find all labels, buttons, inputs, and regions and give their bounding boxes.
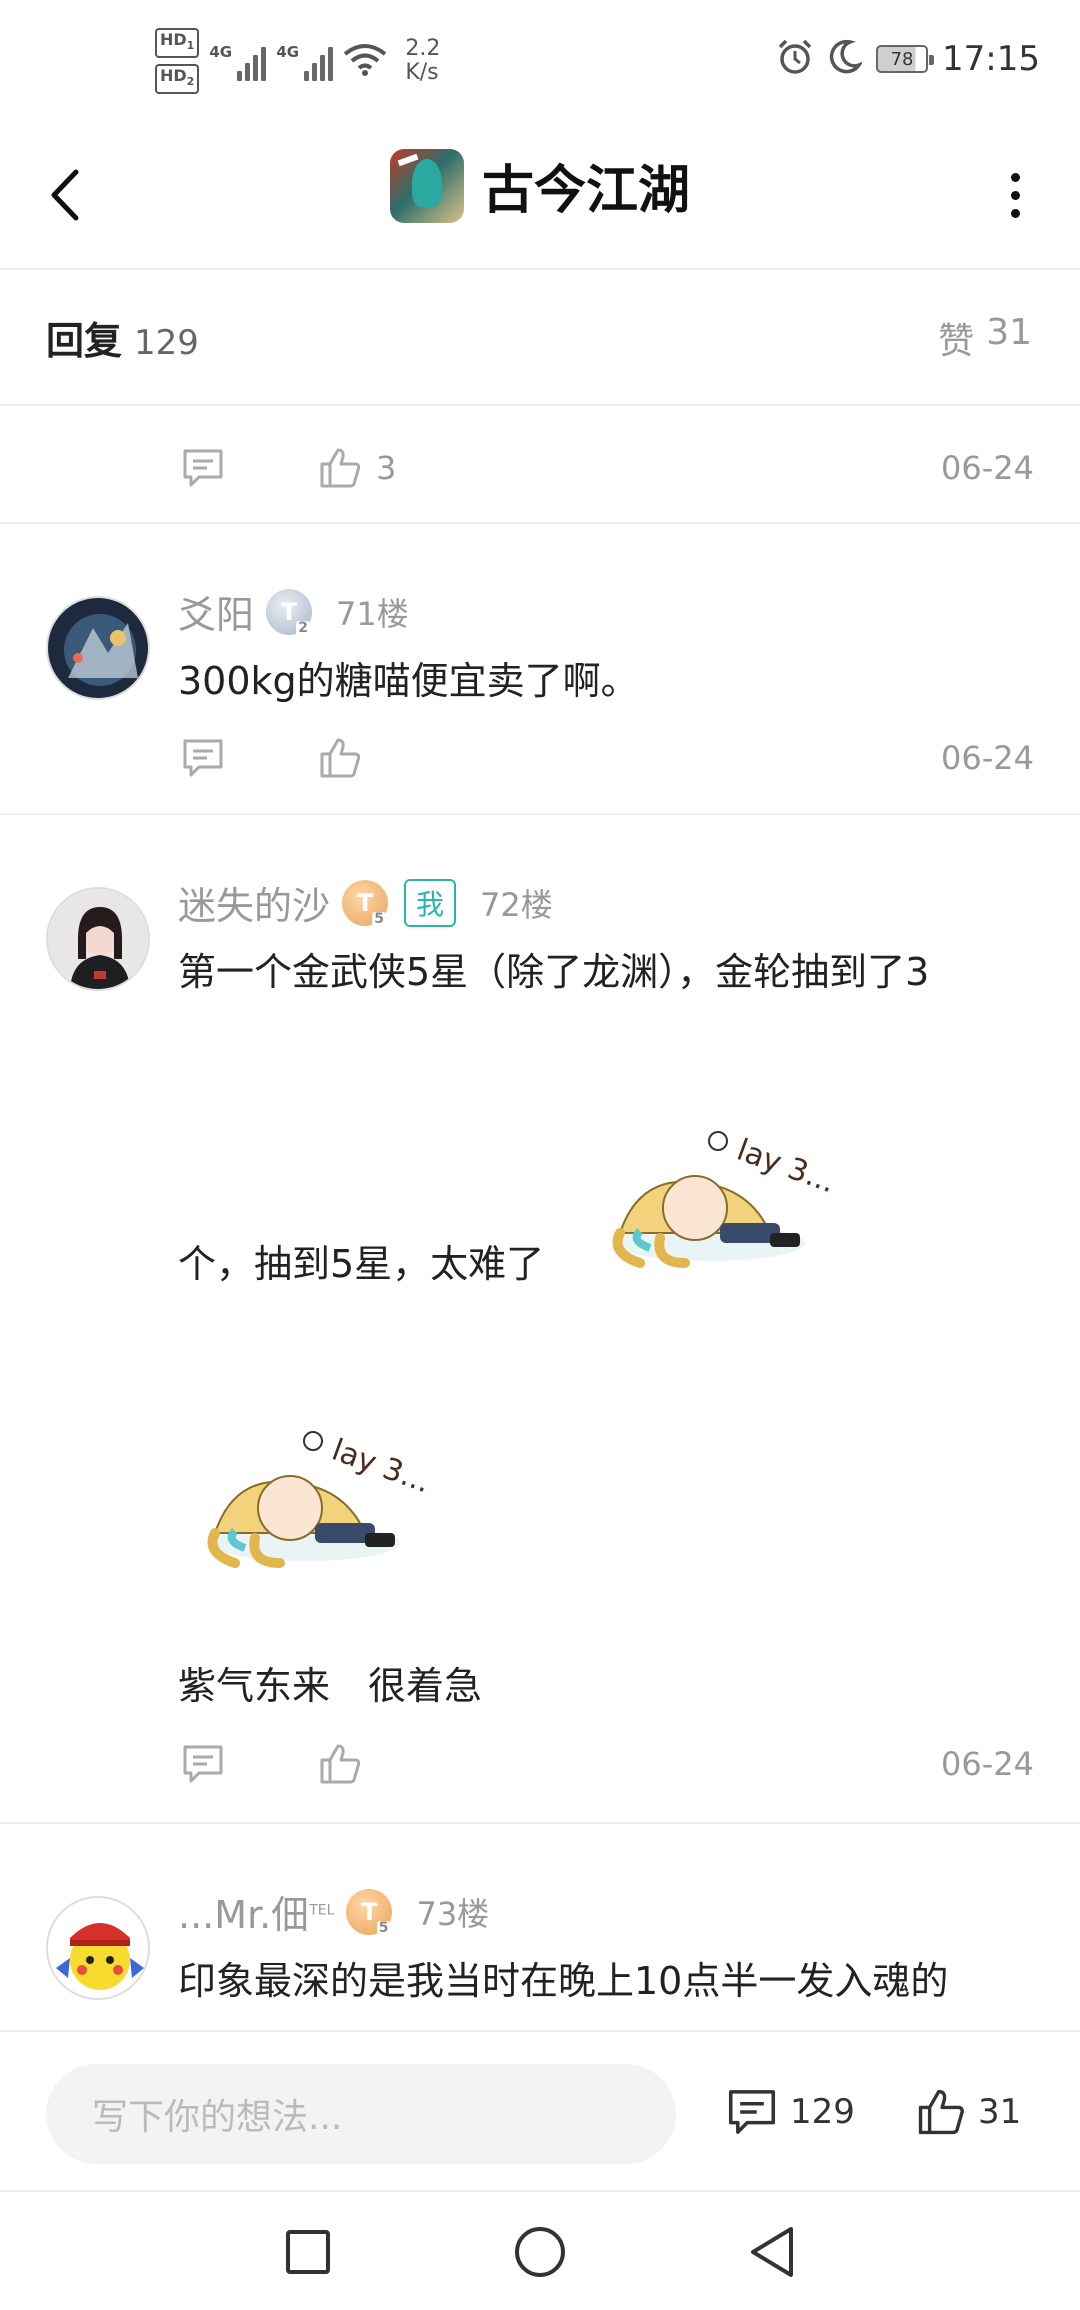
signal-icon-2: 4G — [276, 41, 334, 82]
comment-actions: 3 06-24 — [178, 438, 1034, 498]
reply-count-button[interactable]: 129 — [726, 2087, 855, 2137]
me-tag: 我 — [404, 878, 457, 927]
reply-button[interactable] — [178, 1739, 228, 1789]
wifi-icon — [343, 42, 387, 80]
signal-icon-1: 4G — [209, 41, 267, 82]
floor-number: 73楼 — [416, 1894, 490, 1933]
reply-header: 回复 129 赞 31 — [0, 270, 1080, 406]
divider — [0, 1822, 1080, 1824]
comment-bubble-icon — [183, 1745, 223, 1783]
floor-number: 71楼 — [336, 594, 409, 633]
more-options-button[interactable] — [990, 160, 1040, 230]
likes-summary[interactable]: 赞 31 — [938, 312, 1032, 364]
hd-badge-2: HD2 — [155, 64, 200, 95]
comment-date: 06-24 — [941, 739, 1034, 777]
floor-number: 72楼 — [480, 885, 553, 924]
status-time: 17:15 — [942, 39, 1040, 79]
comment-date: 06-24 — [941, 1745, 1034, 1783]
comment-text-line-3: 紫气东来 很着急 — [178, 1664, 483, 1708]
comment-text: 300kg的糖喵便宜卖了啊。 — [178, 659, 639, 703]
avatar[interactable] — [46, 596, 150, 700]
reply-button[interactable] — [178, 443, 228, 493]
avatar[interactable] — [46, 887, 150, 991]
svg-text:lay 3...: lay 3... — [732, 1133, 840, 1201]
avatar[interactable] — [46, 1896, 150, 2000]
network-speed: 2.2 K/s — [405, 36, 441, 86]
thumbs-up-icon — [320, 448, 361, 488]
bottom-input-bar: 写下你的想法... 129 31 — [0, 2030, 1080, 2190]
comment-date: 06-24 — [941, 449, 1034, 487]
reply-count: 129 — [134, 323, 199, 363]
hd-badge-1: HD1 — [155, 28, 200, 59]
comment-bubble-icon — [183, 449, 223, 487]
svg-text:lay 3...: lay 3... — [327, 1433, 435, 1501]
like-post-button[interactable]: 31 — [916, 2087, 1021, 2137]
square-icon — [286, 2230, 330, 2274]
comment-input[interactable]: 写下你的想法... — [46, 2064, 676, 2164]
status-bar: HD1 HD2 4G 4G 2.2 K/s 78 17:15 — [0, 0, 1080, 120]
comment-actions: 06-24 — [178, 1734, 1034, 1794]
sticker-image[interactable]: lay 3... — [600, 1113, 850, 1287]
level-badge: T5 — [342, 879, 389, 926]
comment-text-line-1: 第一个金武侠5星（除了龙渊），金轮抽到了3 — [178, 950, 930, 994]
game-icon[interactable] — [389, 148, 464, 223]
like-button[interactable] — [318, 1742, 362, 1786]
comment-text-line-2: 个，抽到5星，太难了 — [178, 1242, 545, 1286]
moon-icon — [828, 39, 864, 79]
comment-actions: 06-24 — [178, 728, 1034, 788]
reply-label: 回复 — [46, 319, 123, 363]
status-right: 78 17:15 — [776, 38, 1040, 80]
level-badge: T5 — [346, 1888, 393, 1935]
top-nav-bar: 古今江湖 — [0, 120, 1080, 270]
recents-button[interactable] — [278, 2222, 338, 2282]
username[interactable]: 爻阳 — [178, 584, 254, 639]
like-button[interactable]: 3 — [318, 446, 396, 490]
like-button[interactable] — [318, 736, 362, 780]
back-nav-button[interactable] — [742, 2222, 802, 2282]
more-vertical-icon — [1010, 172, 1020, 182]
circle-icon — [515, 2227, 565, 2277]
thumbs-up-icon — [918, 2089, 964, 2135]
triangle-back-icon — [751, 2227, 793, 2277]
alarm-icon — [776, 38, 814, 80]
home-button[interactable] — [510, 2222, 570, 2282]
battery-indicator: 78 — [876, 45, 935, 73]
status-left: HD1 HD2 4G 4G 2.2 K/s — [155, 28, 441, 95]
divider — [0, 404, 1080, 406]
divider — [0, 522, 1080, 524]
system-navigation-bar — [0, 2190, 1080, 2310]
thumbs-up-icon — [320, 738, 361, 778]
level-badge: T2 — [266, 588, 313, 635]
comment-bubble-icon — [728, 2090, 776, 2134]
comment-bubble-icon — [183, 739, 223, 777]
reply-button[interactable] — [178, 733, 228, 783]
username[interactable]: ...Mr.佃TEL — [178, 1884, 334, 1939]
page-title: 古今江湖 — [481, 161, 690, 221]
username[interactable]: 迷失的沙 — [178, 875, 330, 930]
divider — [0, 813, 1080, 815]
comment-text: 印象最深的是我当时在晚上10点半一发入魂的 — [178, 1959, 949, 2003]
sticker-image[interactable]: lay 3... — [195, 1413, 445, 1587]
thumbs-up-icon — [320, 1744, 361, 1784]
